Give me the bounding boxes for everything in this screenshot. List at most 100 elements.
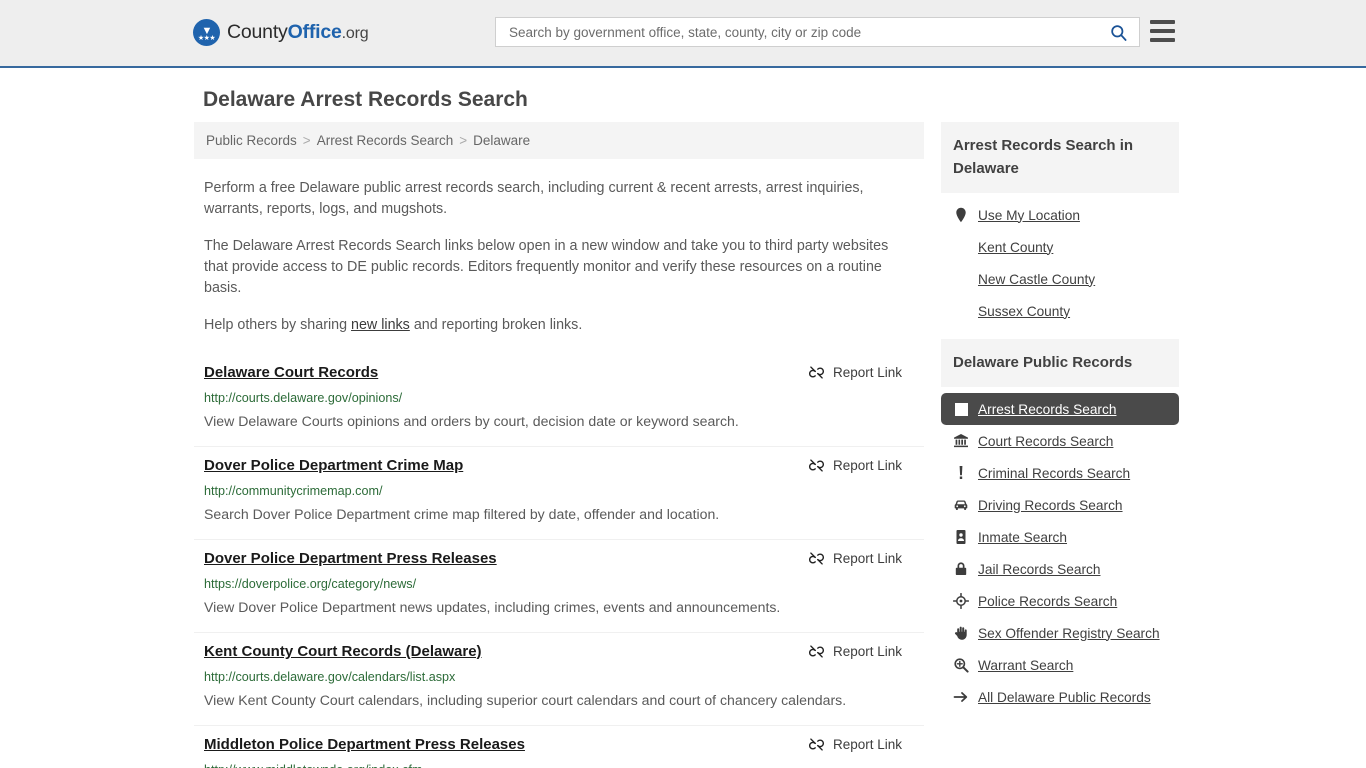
broken-link-icon [808, 645, 824, 658]
sidebar-item-label: All Delaware Public Records [978, 689, 1151, 705]
sidebar-panel-public-records-title: Delaware Public Records [941, 339, 1179, 387]
fingerprint-card-icon [953, 401, 969, 417]
result-header: Dover Police Department Press Releases Re… [204, 549, 914, 569]
sidebar-location-sussex-county[interactable]: Sussex County [941, 295, 1179, 327]
result-item: Dover Police Department Crime Map Report … [194, 447, 924, 540]
sidebar-location-label: Kent County [978, 239, 1054, 255]
sidebar-item-label: Driving Records Search [978, 497, 1123, 513]
search-box [495, 17, 1140, 47]
courthouse-bank-icon [953, 433, 969, 449]
sidebar-item-driving-records-search[interactable]: Driving Records Search [941, 489, 1179, 521]
breadcrumb: Public Records > Arrest Records Search >… [194, 122, 924, 159]
sidebar-item-all-delaware-public-records[interactable]: All Delaware Public Records [941, 681, 1179, 713]
sidebar-item-criminal-records-search[interactable]: Criminal Records Search [941, 457, 1179, 489]
logo-text: CountyOffice.org [227, 21, 369, 44]
icon-placeholder [953, 271, 969, 287]
hamburger-bar [1150, 20, 1175, 24]
result-header: Middleton Police Department Press Releas… [204, 735, 914, 755]
broken-link-icon [808, 366, 824, 379]
sidebar-location-kent-county[interactable]: Kent County [941, 231, 1179, 263]
report-link-label: Report Link [832, 551, 902, 566]
result-description: View Kent County Court calendars, includ… [204, 692, 847, 708]
sidebar-panel-locations: Arrest Records Search in Delaware Use My… [941, 122, 1179, 329]
sidebar-item-label: Criminal Records Search [978, 465, 1131, 481]
new-links-link[interactable]: new links [351, 317, 410, 333]
result-title-link[interactable]: Delaware Court Records [204, 363, 378, 383]
sidebar-item-inmate-search[interactable]: Inmate Search [941, 521, 1179, 553]
result-header: Dover Police Department Crime Map Report … [204, 456, 914, 476]
sidebar-records-list: Arrest Records Search Court Records Searc… [941, 387, 1179, 715]
exclamation-icon [953, 465, 969, 481]
sidebar-location-list: Use My Location Kent County New Castle Cou… [941, 193, 1179, 329]
report-link-button[interactable]: Report Link [808, 644, 902, 659]
site-logo[interactable]: ▼ ★★★ CountyOffice.org [193, 19, 369, 46]
content-columns: Public Records > Arrest Records Search >… [194, 122, 1179, 768]
hamburger-bar [1150, 38, 1175, 42]
arrow-right-icon [953, 689, 969, 705]
sidebar-item-arrest-records-search[interactable]: Arrest Records Search [941, 393, 1179, 425]
breadcrumb-separator: > [302, 133, 311, 148]
page-title: Delaware Arrest Records Search [203, 88, 528, 111]
main-column: Public Records > Arrest Records Search >… [194, 122, 924, 768]
results-list: Delaware Court Records Report Link http://… [194, 354, 924, 768]
report-link-label: Report Link [832, 365, 902, 380]
sidebar-location-label: Sussex County [978, 303, 1071, 319]
result-title-link[interactable]: Kent County Court Records (Delaware) [204, 642, 482, 662]
broken-link-icon [808, 459, 824, 472]
result-url[interactable]: http://www.middletownde.org/index.cfm [204, 762, 914, 768]
report-link-button[interactable]: Report Link [808, 737, 902, 752]
sidebar-location-use-my-location[interactable]: Use My Location [941, 199, 1179, 231]
sidebar-item-warrant-search[interactable]: Warrant Search [941, 649, 1179, 681]
sidebar-location-label: Use My Location [978, 207, 1080, 223]
sidebar-panel-locations-title: Arrest Records Search in Delaware [941, 122, 1179, 193]
result-title-link[interactable]: Dover Police Department Crime Map [204, 456, 463, 476]
hamburger-bar [1150, 29, 1175, 33]
sidebar-item-sex-offender-registry-search[interactable]: Sex Offender Registry Search [941, 617, 1179, 649]
result-url[interactable]: https://doverpolice.org/category/news/ [204, 576, 914, 592]
result-item: Kent County Court Records (Delaware) Repo… [194, 633, 924, 726]
magnifier-plus-icon [953, 657, 969, 673]
report-link-button[interactable]: Report Link [808, 551, 902, 566]
hamburger-menu-icon[interactable] [1150, 20, 1175, 42]
police-badge-icon [953, 593, 969, 609]
broken-link-icon [808, 552, 824, 565]
result-description: Search Dover Police Department crime map… [204, 506, 720, 522]
intro-paragraph-1: Perform a free Delaware public arrest re… [204, 180, 864, 217]
sidebar-item-court-records-search[interactable]: Court Records Search [941, 425, 1179, 457]
sidebar-location-new-castle-county[interactable]: New Castle County [941, 263, 1179, 295]
breadcrumb-item-arrest-records-search[interactable]: Arrest Records Search [317, 133, 454, 148]
result-url[interactable]: http://courts.delaware.gov/opinions/ [204, 390, 914, 406]
result-title-link[interactable]: Dover Police Department Press Releases [204, 549, 497, 569]
intro-paragraph-3: Help others by sharing new links and rep… [204, 315, 914, 336]
eagle-seal-icon: ▼ ★★★ [193, 19, 220, 46]
lock-icon [953, 561, 969, 577]
report-link-button[interactable]: Report Link [808, 458, 902, 473]
hand-icon [953, 625, 969, 641]
breadcrumb-item-public-records[interactable]: Public Records [206, 133, 297, 148]
result-header: Kent County Court Records (Delaware) Repo… [204, 642, 914, 662]
report-link-label: Report Link [832, 644, 902, 659]
sidebar-item-jail-records-search[interactable]: Jail Records Search [941, 553, 1179, 585]
report-link-label: Report Link [832, 458, 902, 473]
result-header: Delaware Court Records Report Link [204, 363, 914, 383]
report-link-button[interactable]: Report Link [808, 365, 902, 380]
sidebar-panel-public-records: Delaware Public Records Arrest Records S… [941, 339, 1179, 715]
sidebar-item-label: Warrant Search [978, 657, 1074, 673]
sidebar-item-label: Jail Records Search [978, 561, 1101, 577]
sidebar-item-police-records-search[interactable]: Police Records Search [941, 585, 1179, 617]
result-item: Delaware Court Records Report Link http://… [194, 354, 924, 447]
search-button[interactable] [1097, 18, 1139, 46]
result-title-link[interactable]: Middleton Police Department Press Releas… [204, 735, 525, 755]
intro-p3-before: Help others by sharing [204, 317, 352, 333]
site-header: ▼ ★★★ CountyOffice.org [0, 0, 1366, 68]
icon-placeholder [953, 239, 969, 255]
sidebar: Arrest Records Search in Delaware Use My… [941, 122, 1179, 768]
intro-text: Perform a free Delaware public arrest re… [194, 178, 924, 336]
result-url[interactable]: http://communitycrimemap.com/ [204, 483, 914, 499]
map-pin-icon [953, 207, 969, 223]
result-url[interactable]: http://courts.delaware.gov/calendars/lis… [204, 669, 914, 685]
breadcrumb-item-delaware[interactable]: Delaware [473, 133, 530, 148]
sidebar-item-label: Arrest Records Search [978, 401, 1117, 417]
sidebar-location-label: New Castle County [978, 271, 1096, 287]
search-input[interactable] [496, 18, 1097, 46]
